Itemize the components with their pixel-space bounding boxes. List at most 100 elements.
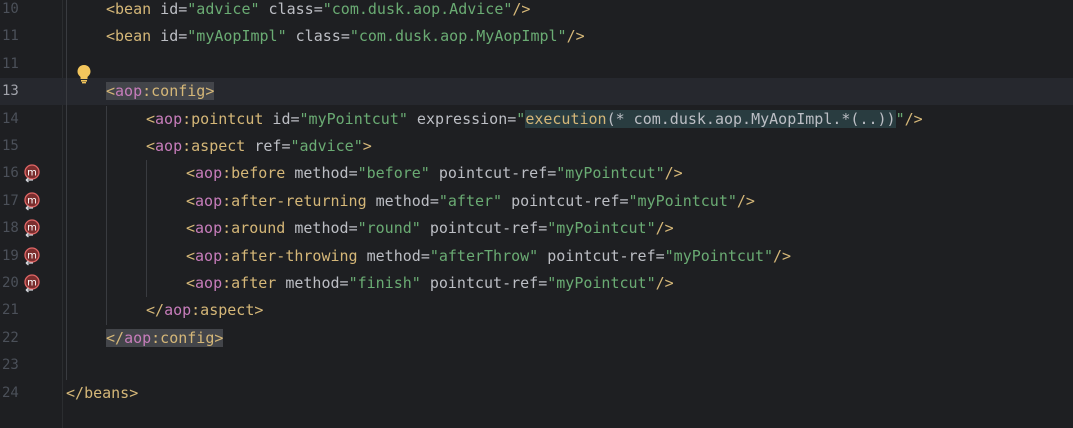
code-token: = (420, 246, 430, 265)
code-token: "myPointcut" (547, 219, 656, 238)
line-number: 16 (2, 165, 19, 182)
code-token: > (129, 383, 139, 402)
code-token: < (106, 82, 116, 101)
code-editor[interactable]: 10 <bean id="advice" class="com.dusk.aop.… (0, 0, 1073, 428)
code-token: /> (655, 274, 674, 292)
code-token: :config (151, 328, 215, 347)
lightbulb-icon[interactable] (76, 64, 92, 84)
code-line[interactable]: 23 (0, 352, 1073, 379)
code-token: :pointcut (182, 109, 264, 128)
code-text[interactable]: <aop:around method="round" pointcut-ref=… (186, 215, 674, 242)
line-number: 11 (2, 28, 19, 45)
code-token: > (362, 137, 372, 155)
code-token: method (285, 219, 349, 238)
code-line[interactable]: 11 (0, 51, 1073, 78)
code-line[interactable]: 13 <aop:config> (0, 78, 1073, 106)
code-token: pointcut-ref (420, 219, 539, 238)
code-line[interactable]: 20 m <aop:after method="finish" pointcut-r… (0, 270, 1073, 297)
code-line[interactable]: 19 m <aop:after-throwing method="afterThro… (0, 243, 1073, 270)
code-line[interactable]: 21 </aop:aspect> (0, 297, 1073, 324)
code-line[interactable]: 16 m <aop:before method="before" pointcut-… (0, 160, 1073, 187)
code-token: > (205, 82, 215, 101)
code-token: method (285, 164, 349, 183)
code-token: bean (115, 0, 152, 18)
code-token: = (340, 27, 350, 46)
code-token: " (895, 109, 905, 128)
line-number: 15 (2, 138, 19, 154)
code-token: </ (146, 301, 165, 320)
code-text[interactable]: <aop:aspect ref="advice"> (146, 133, 372, 160)
after-throwing-advice-icon[interactable]: m (22, 246, 42, 266)
code-line[interactable]: 18 m <aop:around method="round" pointcut-r… (0, 215, 1073, 242)
code-text[interactable]: </beans> (66, 380, 138, 407)
code-token: :aspect (191, 301, 255, 320)
code-token: = (429, 191, 439, 210)
code-text[interactable]: </aop:aspect> (146, 297, 263, 324)
code-token: "before" (357, 164, 430, 183)
before-advice-icon[interactable]: m (22, 163, 42, 183)
line-number: 20 (2, 275, 19, 291)
code-token: < (186, 274, 196, 292)
code-token: = (290, 109, 300, 128)
code-token: aop (195, 219, 223, 238)
code-token: :aspect (182, 137, 246, 155)
code-token: < (106, 0, 116, 18)
code-token: "myAopImpl" (187, 27, 287, 46)
line-number: 11 (2, 55, 19, 72)
line-number: 24 (2, 384, 19, 401)
code-text[interactable]: <bean id="advice" class="com.dusk.aop.Ad… (106, 0, 530, 23)
code-line[interactable]: 17 m <aop:after-returning method="after" p… (0, 188, 1073, 215)
code-token: "advice" (290, 137, 363, 155)
after-advice-icon[interactable]: m (22, 273, 42, 293)
code-text[interactable]: </aop:config> (106, 325, 224, 352)
code-token: = (538, 274, 548, 292)
code-token: /> (736, 191, 755, 210)
code-token: "com.dusk.aop.MyAopImpl" (349, 27, 567, 46)
code-text[interactable]: <aop:config> (106, 78, 215, 105)
indent-guide (106, 105, 107, 325)
code-token: id (151, 0, 179, 18)
code-line[interactable]: 22 </aop:config> (0, 325, 1073, 352)
line-number: 23 (2, 357, 19, 374)
code-token: "com.dusk.aop.Advice" (322, 0, 513, 18)
code-token: aop (195, 246, 223, 265)
code-token: < (146, 137, 156, 155)
after-returning-advice-icon[interactable]: m (22, 191, 42, 211)
code-token: aop (155, 109, 183, 128)
code-token: :around (222, 219, 286, 238)
around-advice-icon[interactable]: m (22, 218, 42, 238)
code-text[interactable]: <aop:after-returning method="after" poin… (186, 188, 755, 215)
line-number: 13 (2, 83, 19, 100)
code-line[interactable]: 10 <bean id="advice" class="com.dusk.aop.… (0, 0, 1073, 23)
code-text[interactable]: <aop:before method="before" pointcut-ref… (186, 160, 683, 187)
code-token: id (263, 109, 291, 128)
code-token: = (348, 164, 358, 183)
code-token: "finish" (348, 274, 421, 292)
code-token: /> (512, 0, 531, 18)
code-line[interactable]: 24 </beans> (0, 380, 1073, 407)
indent-guide (66, 0, 67, 380)
code-token: execution (525, 109, 607, 128)
code-token: < (186, 219, 196, 238)
code-token: class (259, 0, 314, 18)
code-text[interactable]: <aop:after-throwing method="afterThrow" … (186, 243, 791, 270)
code-token: < (186, 191, 196, 210)
code-token: method (276, 274, 340, 292)
code-token: :after (222, 274, 277, 292)
code-token: pointcut-ref (502, 191, 620, 210)
line-number: 19 (2, 247, 19, 264)
code-line[interactable]: 11 <bean id="myAopImpl" class="com.dusk.a… (0, 23, 1073, 50)
code-token: < (146, 109, 156, 128)
code-token: </ (66, 383, 85, 402)
code-token: = (619, 191, 629, 210)
code-text[interactable]: <aop:pointcut id="myPointcut" expression… (146, 106, 923, 133)
code-token: pointcut-ref (420, 274, 539, 292)
code-token: :config (142, 82, 206, 101)
code-text[interactable]: <bean id="myAopImpl" class="com.dusk.aop… (106, 23, 585, 50)
code-text[interactable]: <aop:after method="finish" pointcut-ref=… (186, 270, 674, 297)
code-token: "myPointcut" (556, 164, 665, 183)
code-line[interactable]: 15 <aop:aspect ref="advice"> (0, 133, 1073, 160)
code-line[interactable]: 14 <aop:pointcut id="myPointcut" expressi… (0, 106, 1073, 133)
code-token: ref (245, 137, 282, 155)
line-number: 21 (2, 302, 19, 319)
